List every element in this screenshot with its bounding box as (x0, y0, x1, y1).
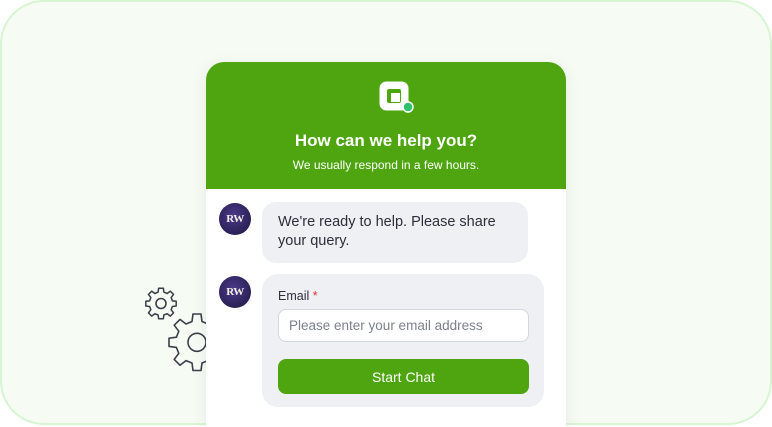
chat-header: How can we help you? We usually respond … (206, 62, 566, 189)
required-marker: * (312, 289, 318, 303)
agent-avatar: RW (219, 203, 251, 235)
start-chat-button[interactable]: Start Chat (278, 359, 529, 394)
email-input[interactable] (278, 309, 529, 342)
agent-avatar: RW (219, 276, 251, 308)
chat-header-title: How can we help you? (294, 131, 478, 150)
square-chat-logo-icon (379, 81, 414, 113)
chat-header-subtitle: We usually respond in a few hours. (292, 158, 480, 172)
email-label-text: Email (278, 289, 310, 303)
email-form-card: Email * Start Chat (262, 274, 544, 407)
online-dot-icon (402, 101, 414, 113)
agent-message-bubble: We're ready to help. Please share your q… (262, 202, 528, 263)
email-label: Email * (278, 289, 318, 303)
chat-widget: How can we help you? We usually respond … (206, 62, 566, 427)
